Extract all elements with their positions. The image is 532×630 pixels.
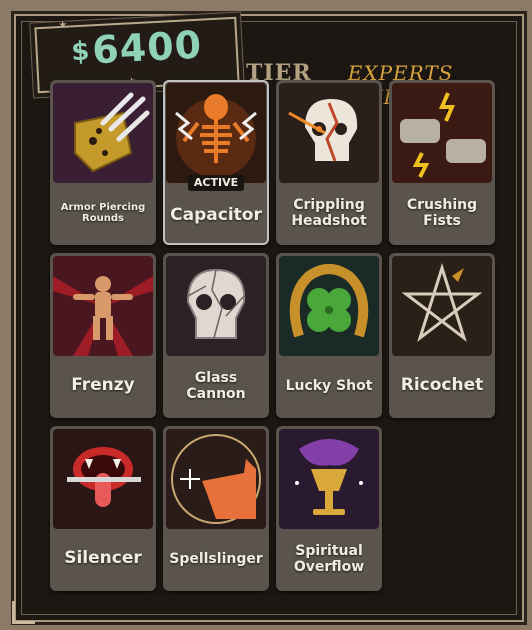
card-label: Spellslinger bbox=[169, 550, 263, 567]
finger-gun-icon bbox=[166, 429, 266, 529]
card-crippling-headshot[interactable]: Crippling Headshot bbox=[276, 80, 382, 245]
card-label: Crippling Headshot bbox=[291, 196, 367, 229]
card-label: Capacitor bbox=[170, 205, 262, 226]
card-label: Crushing Fists bbox=[406, 196, 478, 229]
card-ricochet[interactable]: Ricochet bbox=[389, 253, 495, 418]
currency-symbol: $ bbox=[70, 36, 92, 68]
upgrade-grid: Armor Piercing Rounds ACTIVE Capacitor C… bbox=[50, 80, 495, 591]
card-spiritual-overflow[interactable]: Spiritual Overflow bbox=[276, 426, 382, 591]
money-amount: 6400 bbox=[91, 22, 204, 73]
card-silencer[interactable]: Silencer bbox=[50, 426, 156, 591]
chalice-icon bbox=[279, 429, 379, 529]
mouth-dagger-icon bbox=[53, 429, 153, 529]
card-spellslinger[interactable]: Spellslinger bbox=[163, 426, 269, 591]
gauntlet-fists-icon bbox=[392, 83, 492, 183]
electric-skeleton-icon bbox=[166, 83, 266, 183]
card-glass-cannon[interactable]: Glass Cannon bbox=[163, 253, 269, 418]
card-label: Lucky Shot bbox=[285, 377, 373, 394]
horseshoe-clover-icon bbox=[279, 256, 379, 356]
card-label: Armor Piercing Rounds bbox=[60, 201, 146, 225]
card-label: Spiritual Overflow bbox=[293, 542, 365, 575]
pentagram-bullet-icon bbox=[392, 256, 492, 356]
cracked-skull-icon bbox=[279, 83, 379, 183]
bullet-shield-icon bbox=[53, 83, 153, 183]
shattered-skull-icon bbox=[166, 256, 266, 356]
star-icon: ★ bbox=[58, 19, 68, 32]
card-crushing-fists[interactable]: Crushing Fists bbox=[389, 80, 495, 245]
frenzied-man-icon bbox=[53, 256, 153, 356]
card-label: Silencer bbox=[64, 548, 142, 569]
card-label: Ricochet bbox=[400, 375, 484, 396]
card-label: Frenzy bbox=[71, 375, 135, 396]
card-frenzy[interactable]: Frenzy bbox=[50, 253, 156, 418]
card-armor-piercing-rounds[interactable]: Armor Piercing Rounds bbox=[50, 80, 156, 245]
active-badge: ACTIVE bbox=[188, 175, 244, 191]
card-capacitor[interactable]: ACTIVE Capacitor bbox=[163, 80, 269, 245]
card-lucky-shot[interactable]: Lucky Shot bbox=[276, 253, 382, 418]
card-label: Glass Cannon bbox=[186, 369, 246, 402]
